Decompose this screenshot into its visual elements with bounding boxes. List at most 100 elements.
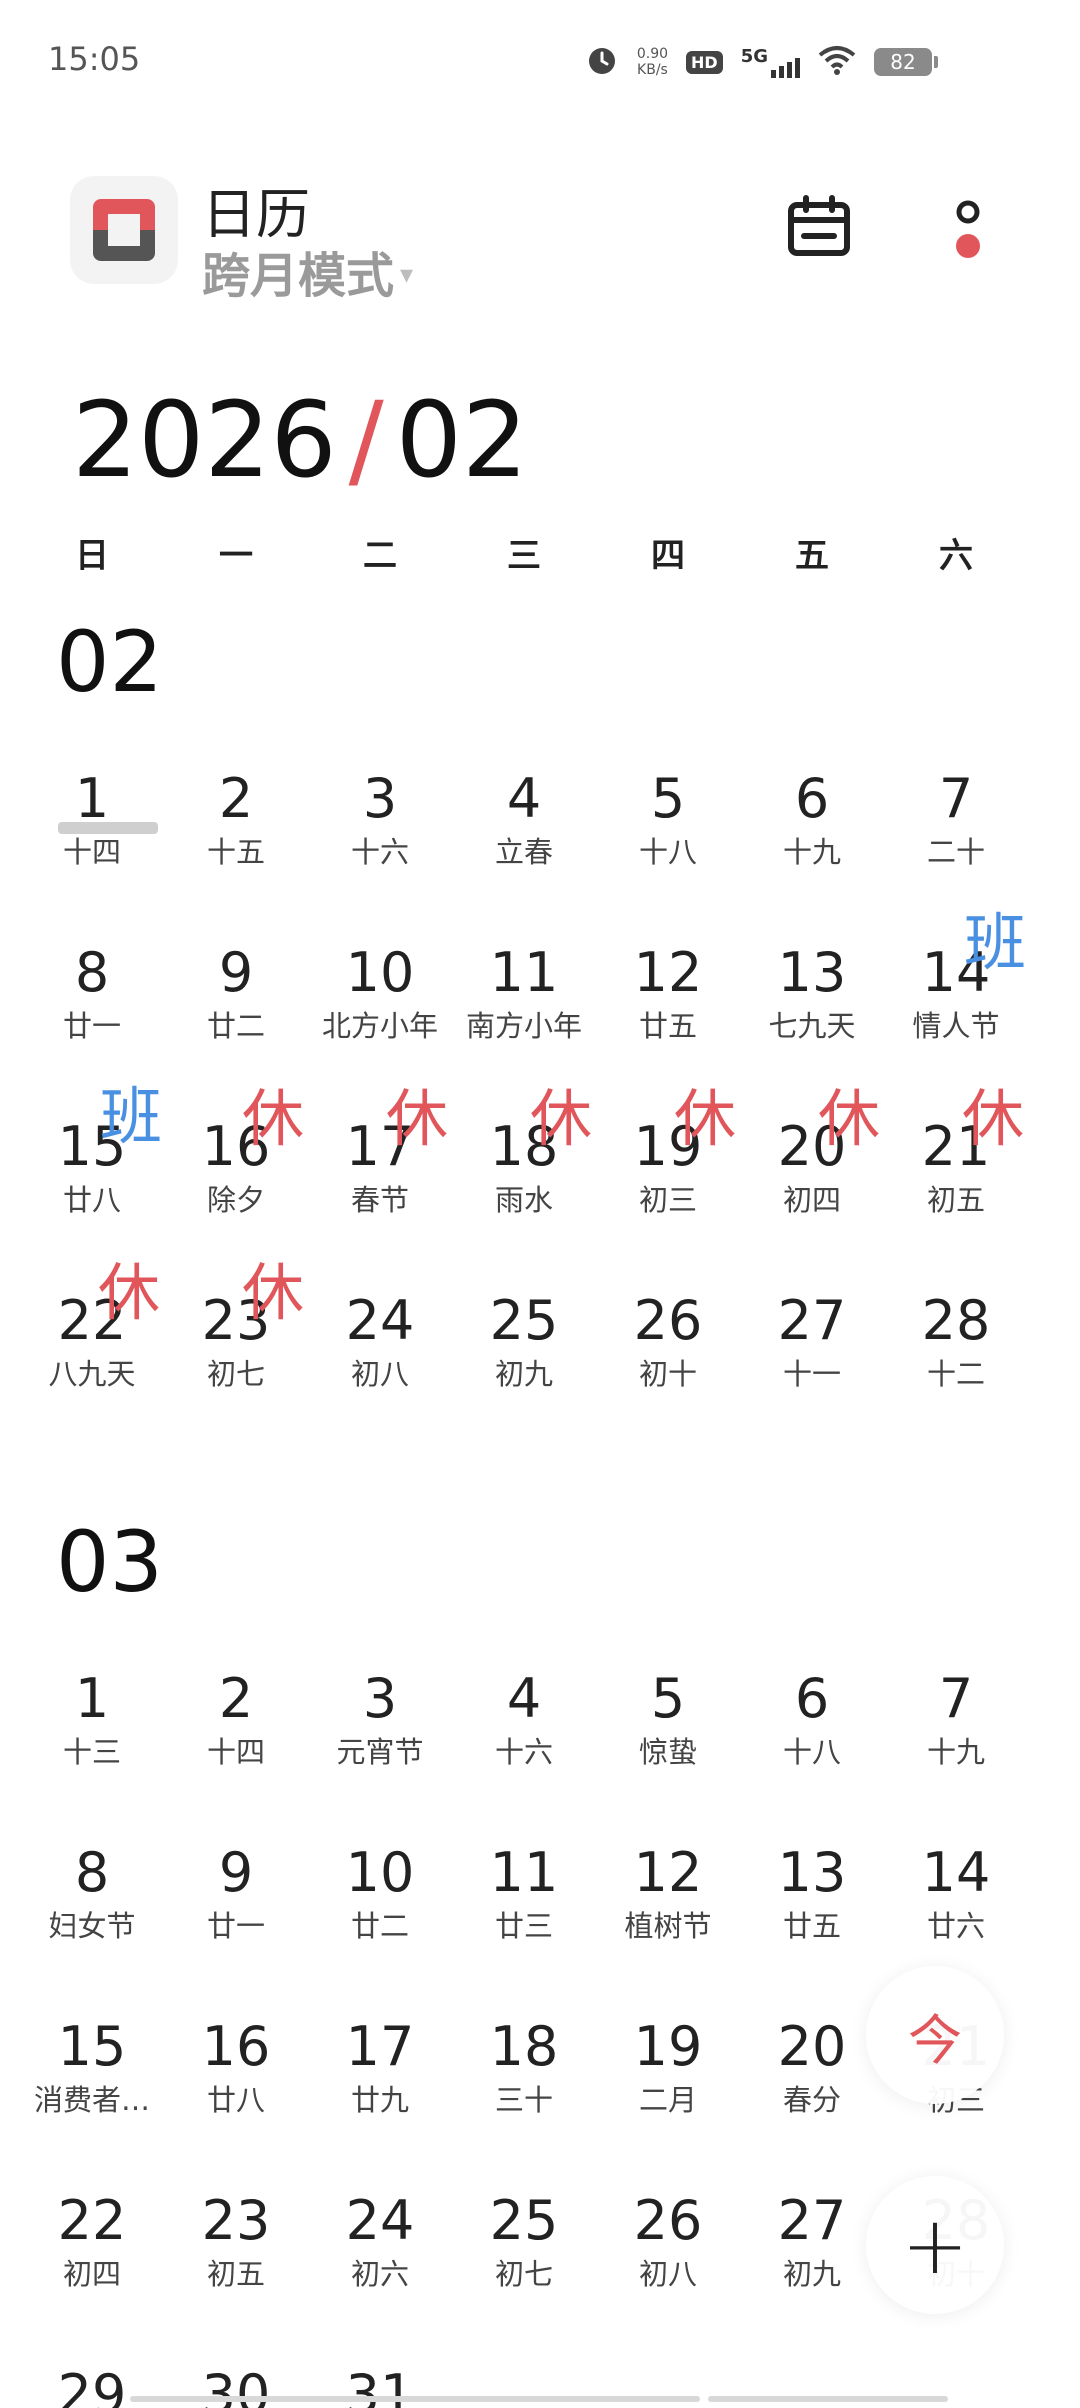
day-cell[interactable]: 2 十四 <box>164 1664 308 1824</box>
more-options-button[interactable] <box>948 196 988 266</box>
day-number: 10 <box>345 941 415 1004</box>
day-cell[interactable]: 24 初八 <box>308 1286 452 1446</box>
day-cell[interactable]: 2 十五 <box>164 764 308 924</box>
day-number: 28 <box>921 1289 991 1352</box>
today-icon: 今 <box>908 2008 962 2072</box>
weekday-fri: 五 <box>795 536 829 576</box>
day-cell[interactable]: 17 廿九 <box>308 2012 452 2172</box>
day-cell[interactable]: 18 三十 <box>452 2012 596 2172</box>
holiday-badge: 休 <box>242 1082 305 1155</box>
day-cell[interactable]: 1 十三 <box>20 1664 164 1824</box>
day-cell[interactable]: 18 雨水休 <box>452 1084 596 1272</box>
day-cell[interactable]: 9 廿二 <box>164 938 308 1098</box>
lunar-date: 初六 <box>350 2257 409 2291</box>
day-cell[interactable]: 4 立春 <box>452 764 596 924</box>
day-cell[interactable]: 16 廿八 <box>164 2012 308 2172</box>
day-cell[interactable]: 21 初五休 <box>884 1084 1028 1272</box>
day-cell[interactable]: 6 十八 <box>740 1664 884 1824</box>
weekday-header: 日 一 二 三 四 五 六 <box>20 528 1028 577</box>
day-cell[interactable]: 28 十二 <box>884 1286 1028 1446</box>
day-cell[interactable]: 20 初四休 <box>740 1084 884 1272</box>
day-cell[interactable]: 22 初四 <box>20 2186 164 2346</box>
year-month-separator: / <box>348 379 384 501</box>
lunar-date: 情人节 <box>912 1009 1000 1043</box>
day-cell[interactable]: 14 情人节班 <box>884 908 1028 1098</box>
lunar-date: 春节 <box>350 1183 409 1217</box>
day-cell[interactable]: 19 二月 <box>596 2012 740 2172</box>
weekday-tue: 二 <box>363 536 397 576</box>
day-cell[interactable]: 5 十八 <box>596 764 740 924</box>
day-cell[interactable]: 13 廿五 <box>740 1838 884 1998</box>
lunar-date: 惊蛰 <box>638 1735 697 1769</box>
day-cell[interactable]: 25 初九 <box>452 1286 596 1446</box>
lunar-date: 十八 <box>638 835 697 869</box>
lunar-date: 七九天 <box>768 1009 856 1043</box>
day-number: 8 <box>74 1841 110 1904</box>
network-type: 5G <box>740 46 768 67</box>
weekday-wed: 三 <box>507 536 541 576</box>
lunar-date: 消费者… <box>33 2083 150 2117</box>
day-cell[interactable]: 3 十六 <box>308 764 452 924</box>
day-cell[interactable]: 26 初八 <box>596 2186 740 2346</box>
day-cell[interactable]: 10 北方小年 <box>308 938 452 1098</box>
day-cell[interactable]: 3 元宵节 <box>308 1664 452 1824</box>
day-cell[interactable]: 7 二十 <box>884 764 1028 924</box>
scroll-indicator <box>130 2396 960 2402</box>
holiday-badge: 休 <box>530 1082 593 1155</box>
lunar-date: 十四 <box>206 1735 265 1769</box>
day-cell[interactable]: 1 十四 <box>20 764 164 924</box>
day-cell[interactable]: 7 十九 <box>884 1664 1028 1824</box>
day-cell[interactable]: 8 廿一 <box>20 938 164 1098</box>
day-cell[interactable]: 25 初七 <box>452 2186 596 2346</box>
network-speed: 0.90 KB/s <box>637 46 668 78</box>
day-number: 27 <box>777 1289 847 1352</box>
lunar-date: 初五 <box>926 1183 985 1217</box>
day-cell[interactable]: 15 消费者… <box>20 2012 164 2172</box>
lunar-date: 十九 <box>782 835 841 869</box>
day-cell[interactable]: 26 初十 <box>596 1286 740 1446</box>
day-number: 27 <box>777 2189 847 2252</box>
add-event-button[interactable]: + <box>866 2176 1004 2314</box>
day-cell[interactable]: 20 春分 <box>740 2012 884 2172</box>
day-cell[interactable]: 4 十六 <box>452 1664 596 1824</box>
day-number: 25 <box>489 2189 559 2252</box>
day-number: 26 <box>633 2189 703 2252</box>
app-header: 日历 跨月模式 ▾ <box>0 170 1080 304</box>
day-number: 18 <box>489 2015 559 2078</box>
day-cell[interactable]: 17 春节休 <box>308 1084 452 1272</box>
day-cell[interactable]: 5 惊蛰 <box>596 1664 740 1824</box>
calendar-view-button[interactable] <box>786 194 852 260</box>
workday-badge: 班 <box>100 1080 163 1153</box>
day-cell[interactable]: 13 七九天 <box>740 938 884 1098</box>
day-cell[interactable]: 22 八九天休 <box>20 1258 164 1446</box>
calendar-icon <box>788 195 850 256</box>
day-cell[interactable]: 11 廿三 <box>452 1838 596 1998</box>
day-cell[interactable]: 12 植树节 <box>596 1838 740 1998</box>
day-number: 1 <box>74 767 110 830</box>
day-cell[interactable]: 15 廿八班 <box>20 1082 164 1272</box>
day-cell[interactable]: 6 十九 <box>740 764 884 924</box>
view-mode-selector[interactable]: 跨月模式 ▾ <box>202 236 413 306</box>
day-cell[interactable]: 10 廿二 <box>308 1838 452 1998</box>
day-cell[interactable]: 23 初七休 <box>164 1258 308 1446</box>
day-cell[interactable]: 27 十一 <box>740 1286 884 1446</box>
status-icons: 0.90 KB/s HD 5G 82 <box>585 42 938 82</box>
year-month-title[interactable]: 2026 / 02 <box>72 380 528 500</box>
holiday-badge: 休 <box>386 1082 449 1155</box>
day-number: 20 <box>777 2015 847 2078</box>
lunar-date: 十六 <box>494 1735 553 1769</box>
day-cell[interactable]: 12 廿五 <box>596 938 740 1098</box>
day-cell[interactable]: 11 南方小年 <box>452 938 596 1098</box>
day-cell[interactable]: 9 廿一 <box>164 1838 308 1998</box>
day-cell[interactable]: 23 初五 <box>164 2186 308 2346</box>
day-number: 6 <box>794 1667 830 1730</box>
weekday-sun: 日 <box>75 536 109 576</box>
day-cell[interactable]: 24 初六 <box>308 2186 452 2346</box>
day-cell[interactable]: 27 初九 <box>740 2186 884 2346</box>
day-number: 23 <box>201 2189 271 2252</box>
day-cell[interactable]: 16 除夕休 <box>164 1084 308 1272</box>
go-to-today-button[interactable]: 今 <box>866 1966 1004 2104</box>
month-section-label: 02 <box>56 613 163 711</box>
day-cell[interactable]: 8 妇女节 <box>20 1838 164 1998</box>
day-cell[interactable]: 19 初三休 <box>596 1084 740 1272</box>
